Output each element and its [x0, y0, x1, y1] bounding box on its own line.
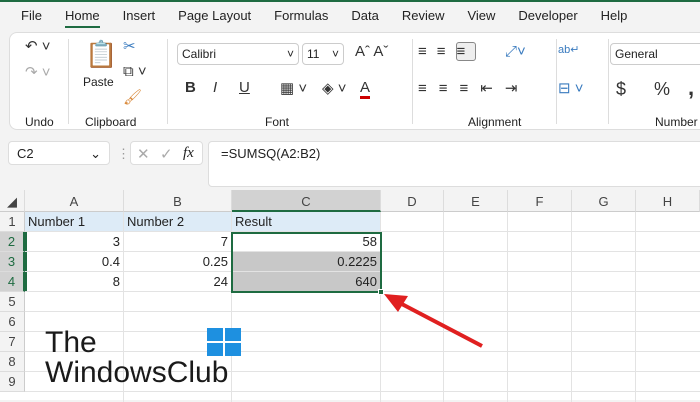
windows-logo-icon — [207, 328, 241, 356]
watermark-logo: The WindowsClub — [45, 326, 229, 389]
